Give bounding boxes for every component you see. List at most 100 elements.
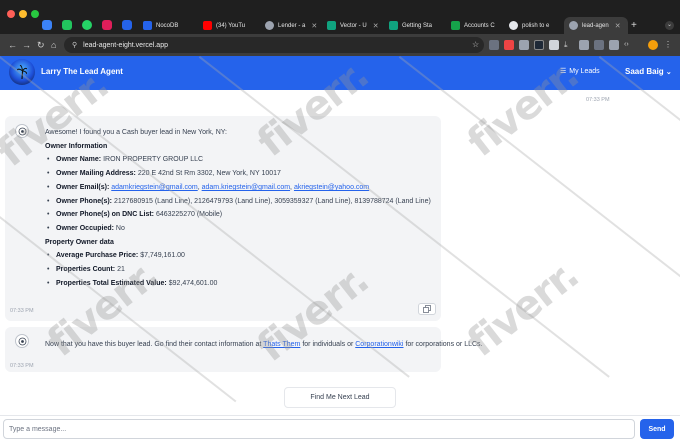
menu-icon[interactable]: ⋮	[664, 40, 674, 50]
globe-icon	[569, 21, 578, 30]
address-bar[interactable]: ⚲ lead-agent-eight.vercel.app	[64, 37, 484, 53]
owner-name-label: Owner Name:	[56, 156, 102, 163]
url-text: lead-agent-eight.vercel.app	[83, 41, 168, 49]
message-input[interactable]	[3, 419, 635, 439]
mailing-address-value: 220 E 42nd St Rm 3302, New York, NY 1001…	[137, 170, 281, 177]
maximize-window-icon[interactable]	[31, 10, 39, 18]
agent-avatar	[15, 334, 29, 348]
owner-info-heading: Owner Information	[45, 143, 108, 150]
mailing-address-item: Owner Mailing Address: 220 E 42nd St Rm …	[47, 170, 281, 177]
tab-label: NocoDB	[156, 22, 179, 29]
owner-occupied-label: Owner Occupied:	[56, 225, 114, 232]
my-leads-label: My Leads	[569, 67, 600, 75]
nocodb-icon	[143, 21, 152, 30]
download-icon[interactable]: ⤓	[564, 40, 574, 50]
back-icon[interactable]: ←	[8, 39, 17, 51]
owner-occupied-value: No	[115, 225, 125, 232]
reload-icon[interactable]: ↻	[37, 39, 45, 51]
globe-icon	[265, 21, 274, 30]
chevron-down-icon: ⌄	[665, 69, 672, 76]
tab-search-icon[interactable]: ⌄	[665, 21, 674, 30]
browser-toolbar: ← → ↻ ⌂ ⚲ lead-agent-eight.vercel.app ☆ …	[0, 34, 680, 56]
profile-avatar[interactable]	[648, 40, 658, 50]
dnc-phones-value: 6463225270 (Mobile)	[155, 211, 223, 218]
app-title: Larry The Lead Agent	[41, 67, 123, 76]
home-icon[interactable]: ⌂	[51, 39, 56, 51]
tab-label: Accounts C	[464, 22, 495, 29]
site-info-icon[interactable]: ⚲	[72, 41, 77, 49]
user-name: Saad Baig	[625, 67, 664, 76]
my-leads-link[interactable]: ☰ My Leads	[560, 67, 600, 76]
contact-text-a: Now that you have this buyer lead. Go fi…	[45, 341, 264, 348]
composer: Send	[0, 415, 680, 442]
properties-count-value: 21	[117, 266, 125, 273]
new-tab-button[interactable]: +	[631, 20, 637, 31]
contact-info-text: Now that you have this buyer lead. Go fi…	[45, 340, 482, 349]
close-tab-icon[interactable]: ✕	[615, 22, 621, 30]
tab-polish[interactable]: polish to e	[504, 17, 564, 34]
star-icon[interactable]: ☆	[472, 40, 482, 50]
tab-youtube[interactable]: (34) YouTu	[198, 17, 260, 34]
avg-price-item: Average Purchase Price: $7,749,161.00	[47, 252, 185, 259]
owner-phones-value: 2127680915 (Land Line), 2126479793 (Land…	[113, 198, 431, 205]
extension-4-icon[interactable]	[534, 40, 544, 50]
user-menu[interactable]: Saad Baig ⌄	[625, 67, 672, 76]
tab-label: polish to e	[522, 22, 550, 29]
lead-intro-text: Awesome! I found you a Cash buyer lead i…	[45, 129, 227, 136]
message-timestamp: 07:33 PM	[10, 308, 34, 314]
corporationwiki-link[interactable]: Corporationwiki	[355, 341, 403, 348]
tab-lead-agent[interactable]: lead-agen ✕	[564, 17, 628, 34]
close-window-icon[interactable]	[7, 10, 15, 18]
owner-emails-label: Owner Email(s):	[56, 184, 110, 191]
tab-favicon-slack-icon[interactable]	[102, 20, 112, 30]
tab-accounts[interactable]: Accounts C	[446, 17, 504, 34]
tab-favicon-2-icon[interactable]	[62, 20, 72, 30]
tab-label: Lender - a	[278, 22, 306, 29]
tab-favicon-1-icon[interactable]	[42, 20, 52, 30]
devtools-icon[interactable]: ‹›	[624, 40, 634, 50]
tab-nocodb[interactable]: NocoDB	[138, 17, 198, 34]
message-timestamp: 07:33 PM	[10, 363, 34, 369]
total-value-value: $92,474,601.00	[168, 280, 218, 287]
tab-lender[interactable]: Lender - a ✕	[260, 17, 322, 34]
globe-icon	[509, 21, 518, 30]
forward-icon[interactable]: →	[22, 39, 31, 51]
minimize-window-icon[interactable]	[19, 10, 27, 18]
extension-2-icon[interactable]	[504, 40, 514, 50]
extension-1-icon[interactable]	[489, 40, 499, 50]
total-value-label: Properties Total Estimated Value:	[56, 280, 167, 287]
tab-label: lead-agen	[582, 22, 609, 29]
tab-getting-started[interactable]: Getting Sta	[384, 17, 446, 34]
email-link-1[interactable]: adamkriegstein@gmail.com	[111, 184, 197, 191]
extension-9-icon[interactable]	[609, 40, 619, 50]
tab-label: (34) YouTu	[216, 22, 246, 29]
tab-vector[interactable]: Vector - U ✕	[322, 17, 384, 34]
browser-tab-bar: NocoDB (34) YouTu Lender - a ✕ Vector - …	[0, 0, 680, 34]
owner-phones-label: Owner Phone(s):	[56, 198, 113, 205]
tab-favicon-whatsapp-icon[interactable]	[82, 20, 92, 30]
contact-text-b: for individuals or	[300, 341, 356, 348]
tab-favicon-5-icon[interactable]	[122, 20, 132, 30]
avg-price-value: $7,749,161.00	[140, 252, 185, 259]
extension-7-icon[interactable]	[579, 40, 589, 50]
find-next-lead-button[interactable]: Find Me Next Lead	[284, 387, 396, 408]
mailing-address-label: Owner Mailing Address:	[56, 170, 136, 177]
close-tab-icon[interactable]: ✕	[311, 22, 317, 30]
copy-button[interactable]	[418, 303, 436, 315]
extensions-puzzle-icon[interactable]	[519, 40, 529, 50]
thats-them-link[interactable]: Thats Them	[263, 341, 300, 348]
total-value-item: Properties Total Estimated Value: $92,47…	[47, 280, 218, 287]
tab-label: Vector - U	[340, 22, 367, 29]
accounts-icon	[451, 21, 460, 30]
send-button[interactable]: Send	[640, 419, 674, 439]
owner-name-item: Owner Name: IRON PROPERTY GROUP LLC	[47, 156, 204, 163]
close-tab-icon[interactable]: ✕	[373, 22, 379, 30]
email-link-2[interactable]: adam.kriegstein@gmail.com	[202, 184, 290, 191]
extension-5-icon[interactable]	[549, 40, 559, 50]
email-link-3[interactable]: akriegstein@yahoo.com	[294, 184, 369, 191]
owner-occupied-item: Owner Occupied: No	[47, 225, 125, 232]
property-data-heading: Property Owner data	[45, 239, 114, 246]
extension-8-icon[interactable]	[594, 40, 604, 50]
owner-name-value: IRON PROPERTY GROUP LLC	[103, 156, 204, 163]
app-header: Larry The Lead Agent ☰ My Leads Saad Bai…	[0, 56, 680, 90]
